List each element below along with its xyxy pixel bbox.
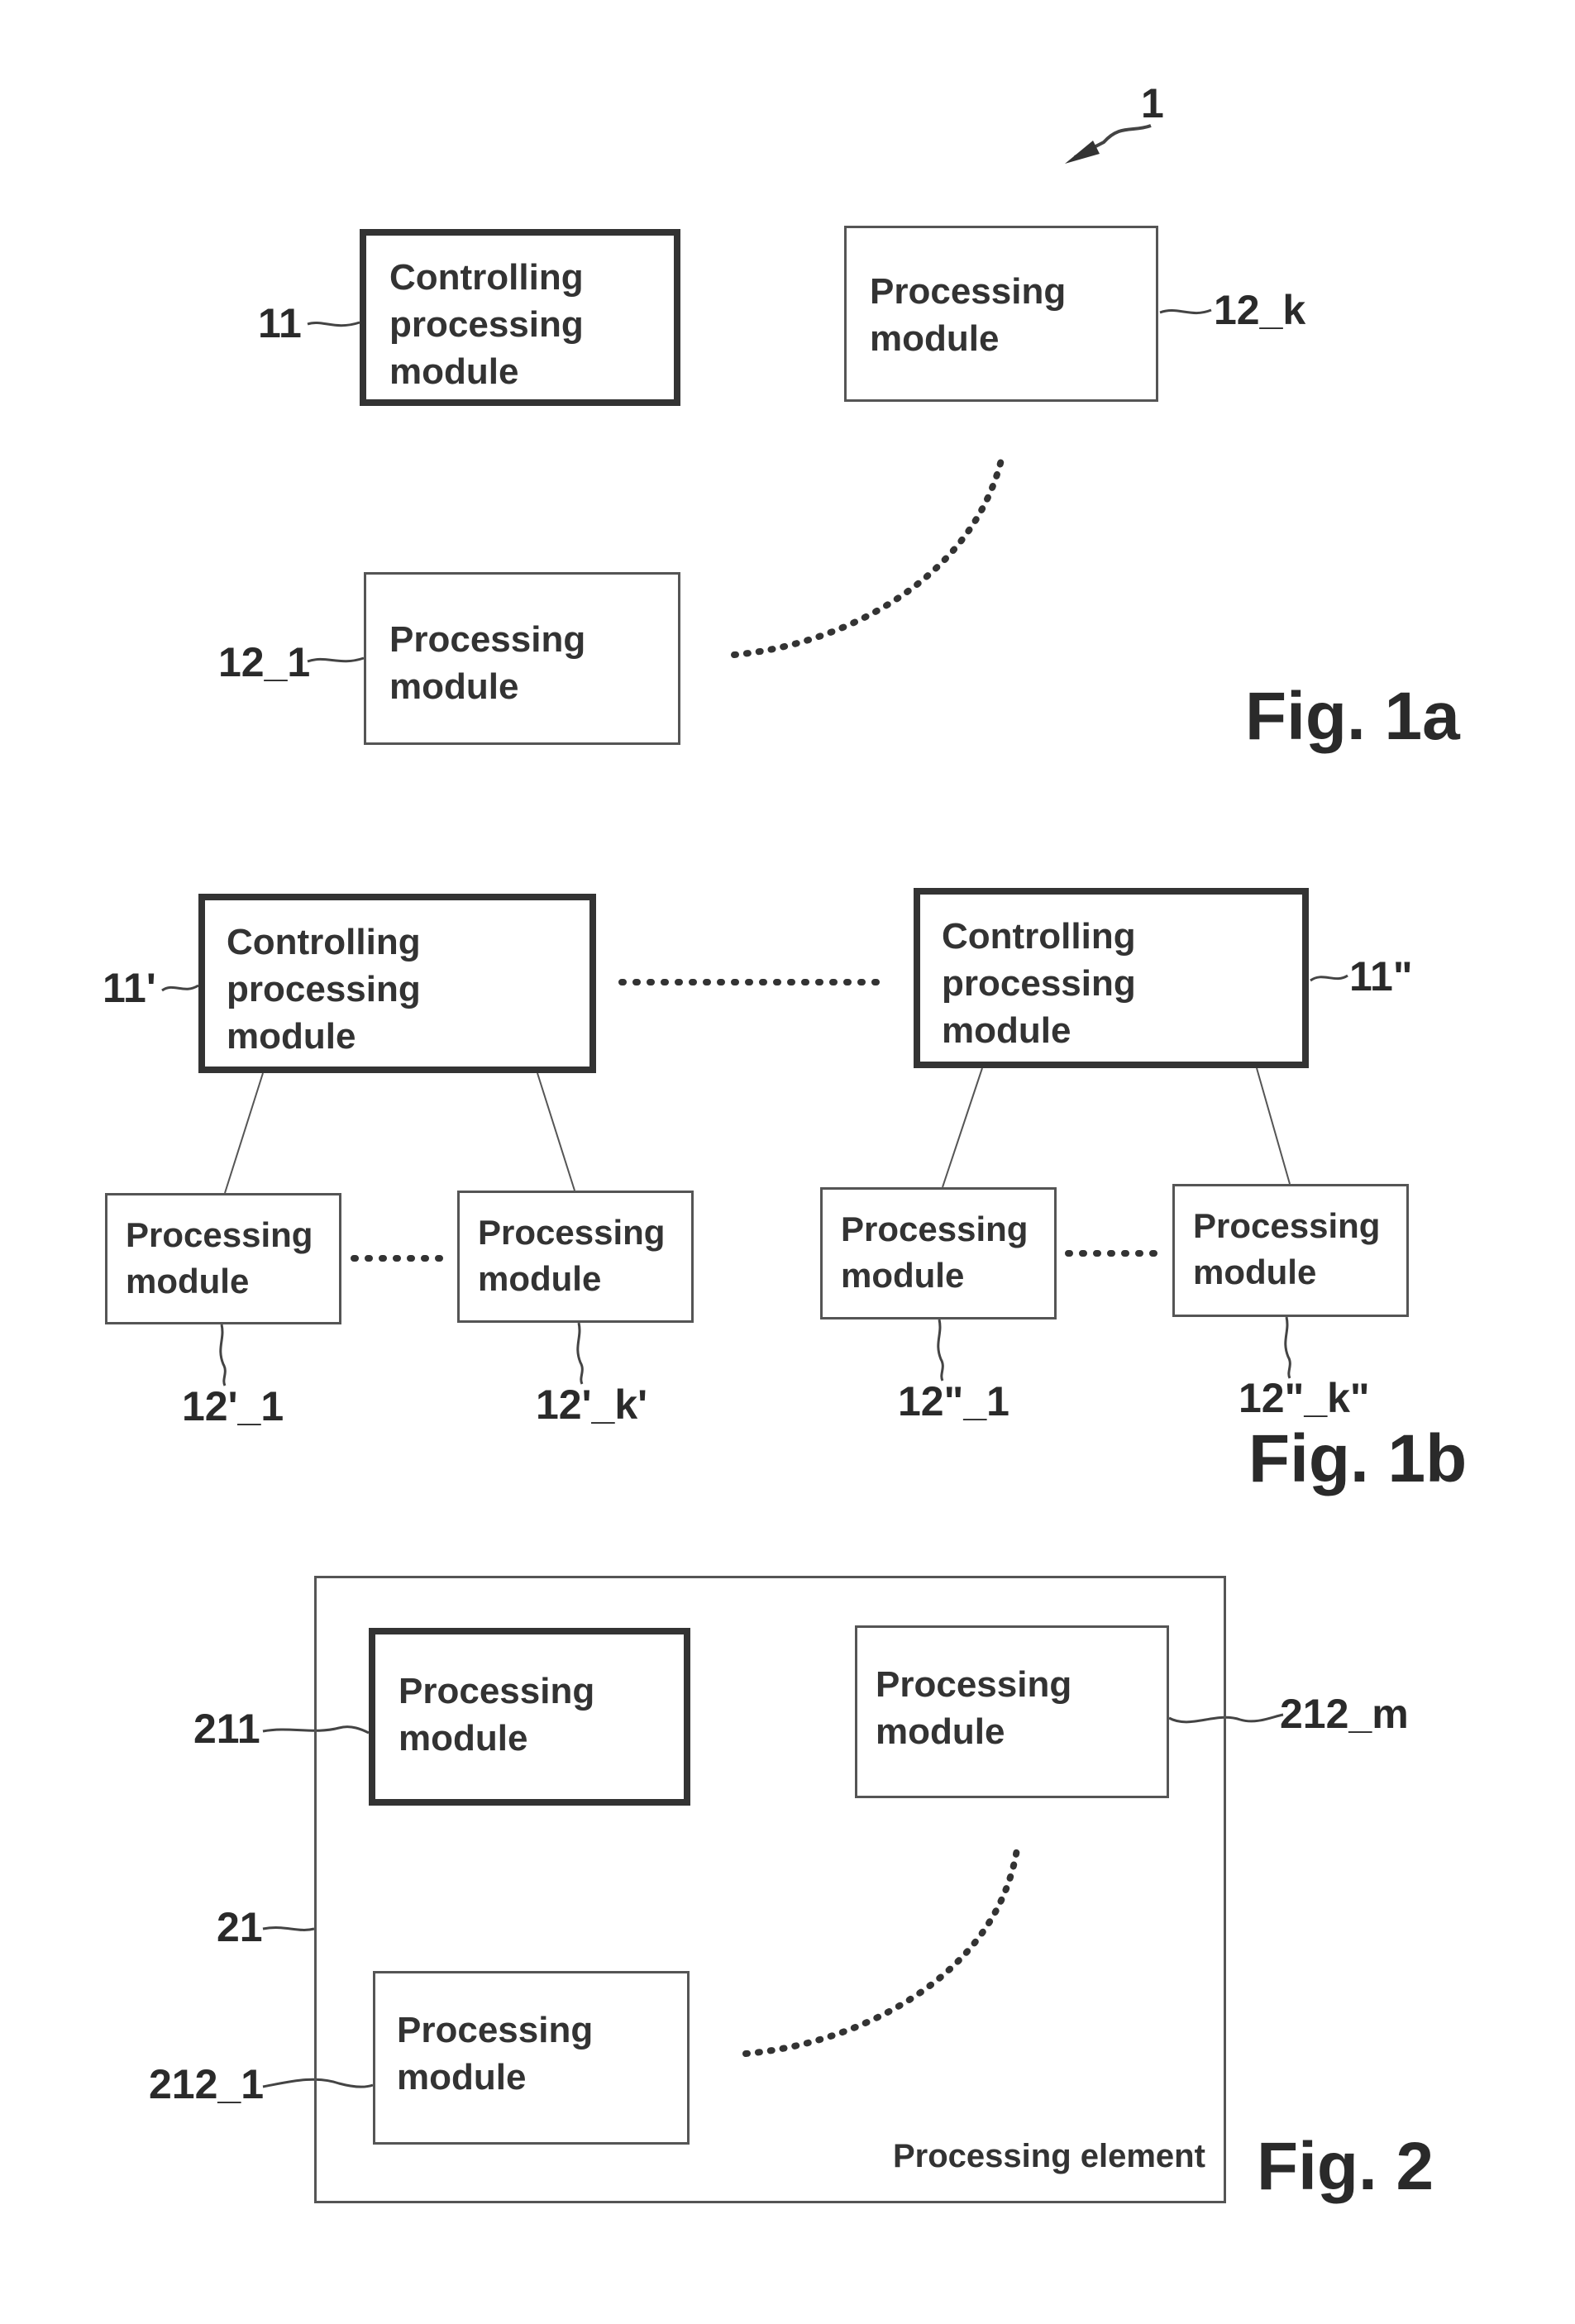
processing-module-211: Processing module [369,1628,690,1806]
ref-212m: 212_m [1280,1691,1409,1737]
leader-121 [307,656,365,663]
leader-21 [262,1926,315,1931]
ref-211: 211 [193,1706,260,1752]
module-label: Processing module [870,271,1067,359]
ref-11: 11 [258,300,302,346]
ref-12pkp: 12'_k' [536,1382,648,1428]
system-ref-arrowhead [1065,141,1100,164]
system-ref-label: 1 [1141,80,1164,126]
leader-12pp1 [937,1319,944,1382]
processing-module-12k: Processing module [844,226,1158,402]
ref-2121: 212_1 [149,2061,265,2107]
ref-12p1: 12'_1 [182,1383,284,1429]
ref-12pp1: 12"_1 [898,1378,1009,1424]
controlling-processing-module-11: Controlling processing module [360,229,680,406]
processing-element-label: Processing element [893,2138,1205,2174]
controlling-processing-module-11p: Controlling processing module [198,894,596,1073]
module-label: Processing module [1193,1206,1381,1291]
processing-module-12p1: Processing module [105,1193,341,1324]
leader-12ppkpp [1284,1316,1291,1379]
processing-module-12ppkpp: Processing module [1172,1184,1409,1317]
module-label: Processing module [841,1210,1029,1295]
processing-module-121: Processing module [364,572,680,745]
processing-module-12pp1: Processing module [820,1187,1057,1319]
leader-11p [161,984,199,992]
processing-module-2121: Processing module [373,1971,690,2145]
module-label: Controlling processing module [227,922,421,1057]
ref-21: 21 [217,1904,263,1950]
leader-12k [1159,308,1212,314]
link-11p-121 [224,1072,264,1194]
dotted-arc-1a [731,450,1006,658]
processing-module-212m: Processing module [855,1625,1169,1798]
controlling-processing-module-11pp: Controlling processing module [914,888,1309,1068]
link-11pp-121 [942,1067,983,1188]
figure-caption-1b: Fig. 1b [1248,1421,1468,1496]
module-label: Processing module [397,2010,594,2097]
module-label: Processing module [389,619,586,707]
module-label: Controlling processing module [389,257,584,392]
module-label: Processing module [478,1213,666,1298]
module-label: Processing module [399,1671,595,1759]
ref-11p: 11' [103,965,156,1011]
link-11pp-12kpp [1256,1067,1291,1185]
link-11p-12kp [537,1072,575,1191]
processing-module-12pkp: Processing module [457,1191,694,1323]
ref-12ppkpp: 12"_k" [1239,1375,1370,1421]
leader-12p1 [219,1324,227,1386]
leader-11pp [1310,974,1348,982]
ref-11pp: 11" [1349,953,1413,1000]
leader-12pkp [576,1322,584,1385]
ref-12k: 12_k [1214,287,1306,333]
module-label: Processing module [126,1215,313,1300]
leader-11 [307,321,360,327]
figure-caption-1a: Fig. 1a [1245,679,1460,754]
module-label: Controlling processing module [942,916,1136,1051]
figure-caption-2: Fig. 2 [1257,2129,1434,2204]
ref-121: 12_1 [218,639,311,685]
module-label: Processing module [876,1664,1072,1752]
